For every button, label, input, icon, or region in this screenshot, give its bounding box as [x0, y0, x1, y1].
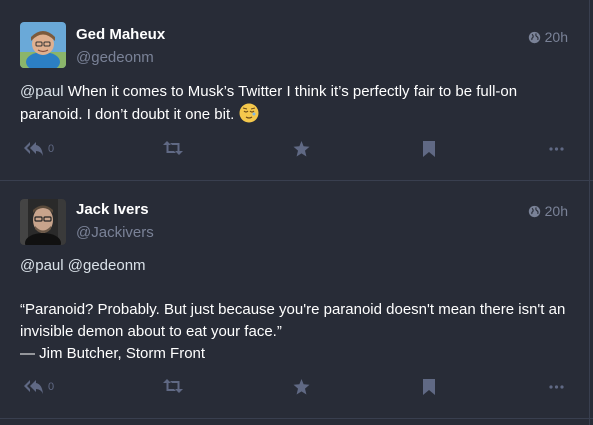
display-name[interactable]: Jack Ivers — [76, 201, 149, 218]
star-icon — [293, 379, 310, 395]
timestamp[interactable]: 20h — [528, 29, 568, 45]
column-border — [589, 0, 590, 425]
globe-icon — [528, 205, 540, 217]
timestamp-text: 20h — [544, 29, 568, 45]
favourite-button[interactable] — [293, 379, 310, 395]
boost-button[interactable] — [163, 379, 183, 393]
status-text: When it comes to Musk’s Twitter I think … — [20, 83, 518, 123]
relieved-face-emoji — [239, 103, 259, 123]
bookmark-icon — [423, 379, 435, 395]
globe-icon — [528, 31, 540, 43]
more-button[interactable] — [549, 385, 564, 389]
status-divider — [0, 418, 593, 419]
status-actions: 0 — [0, 141, 589, 165]
status-2[interactable]: Jack Ivers @Jackivers 20h @paul @gedeonm… — [0, 181, 589, 418]
bookmark-button[interactable] — [423, 141, 435, 157]
timestamp[interactable]: 20h — [528, 203, 568, 219]
mention-links[interactable]: @paul @gedeonm — [20, 257, 146, 274]
ellipsis-icon — [549, 385, 564, 389]
account-handle[interactable]: @gedeonm — [76, 49, 154, 66]
status-content: @paul When it comes to Musk’s Twitter I … — [20, 81, 570, 126]
reply-count: 0 — [48, 381, 55, 393]
status-actions: 0 — [0, 379, 589, 403]
quote-text: “Paranoid? Probably. But just because yo… — [20, 301, 566, 340]
retweet-icon — [163, 141, 183, 155]
bookmark-icon — [423, 141, 435, 157]
status-1[interactable]: Ged Maheux @gedeonm 20h @paul When it co… — [0, 0, 589, 180]
reply-button[interactable]: 0 — [24, 379, 54, 395]
more-button[interactable] — [549, 147, 564, 151]
avatar[interactable] — [20, 22, 66, 68]
star-icon — [293, 141, 310, 157]
timestamp-text: 20h — [544, 203, 568, 219]
reply-button[interactable]: 0 — [24, 141, 54, 157]
reply-all-icon — [24, 142, 43, 156]
reply-all-icon — [24, 380, 43, 394]
quote-attribution: — Jim Butcher, Storm Front — [20, 345, 206, 362]
account-handle[interactable]: @Jackivers — [76, 224, 154, 241]
display-name[interactable]: Ged Maheux — [76, 26, 165, 43]
status-content: @paul @gedeonm “Paranoid? Probably. But … — [20, 255, 570, 365]
retweet-icon — [163, 379, 183, 393]
ellipsis-icon — [549, 147, 564, 151]
bookmark-button[interactable] — [423, 379, 435, 395]
mention-link[interactable]: @paul — [20, 83, 64, 100]
favourite-button[interactable] — [293, 141, 310, 157]
reply-count: 0 — [48, 143, 55, 155]
avatar[interactable] — [20, 199, 66, 245]
boost-button[interactable] — [163, 141, 183, 155]
